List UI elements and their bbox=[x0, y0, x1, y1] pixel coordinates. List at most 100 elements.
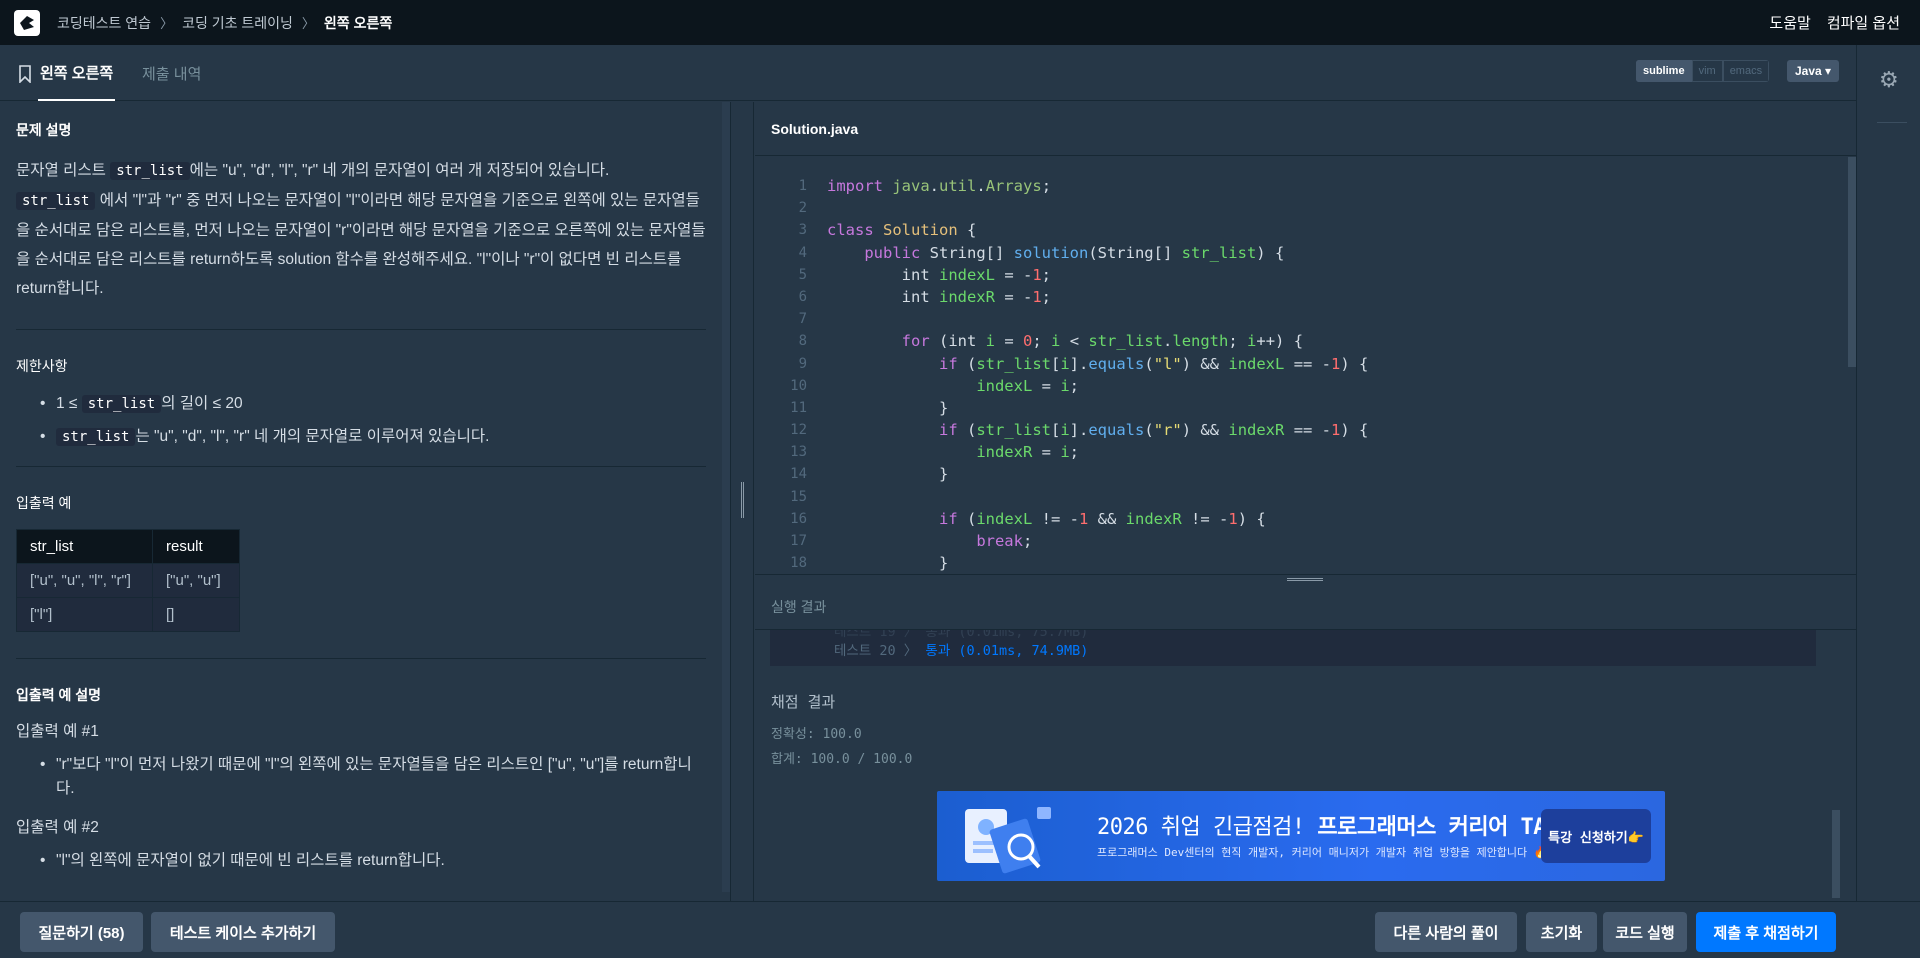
reset-button[interactable]: 초기화 bbox=[1526, 912, 1597, 952]
line-number: 11 bbox=[790, 399, 807, 416]
description-title: 문제 설명 bbox=[16, 122, 72, 138]
text: 에서 "l"과 "r" 중 먼저 나오는 문자열이 "l"이라면 해당 문자열을… bbox=[16, 192, 706, 297]
code-line: 16 if (indexL != -1 && indexR != -1) { bbox=[755, 508, 1856, 530]
line-number: 13 bbox=[790, 444, 807, 461]
line-number: 2 bbox=[798, 200, 807, 217]
line-number: 4 bbox=[798, 244, 807, 261]
table-cell: ["u", "u", "l", "r"] bbox=[16, 563, 153, 598]
divider bbox=[16, 329, 706, 330]
line-number: 10 bbox=[790, 377, 807, 394]
run-code-button[interactable]: 코드 실행 bbox=[1603, 912, 1687, 952]
others-solutions-button[interactable]: 다른 사람의 풀이 bbox=[1375, 912, 1517, 952]
line-number: 15 bbox=[790, 488, 807, 505]
io-table: str_list result ["u", "u", "l", "r"] ["u… bbox=[16, 529, 240, 632]
text: 2026 취업 긴급점검! bbox=[1097, 815, 1318, 840]
programmers-logo[interactable] bbox=[14, 9, 40, 36]
code-line: 15 bbox=[755, 486, 1856, 508]
line-number: 1 bbox=[798, 178, 807, 194]
test-row-20: 테스트 20 〉 통과 (0.01ms, 74.9MB) bbox=[834, 639, 1088, 659]
text: 문자열 리스트 bbox=[16, 162, 111, 179]
banner-subtitle: 프로그래머스 Dev센터의 현직 개발자, 커리어 매니저가 개발자 취업 방향… bbox=[1097, 846, 1548, 859]
test-status: 통과 (0.01ms, 74.9MB) bbox=[925, 643, 1089, 659]
code-line: 18 } bbox=[755, 552, 1856, 574]
gear-icon[interactable]: ⚙ bbox=[1879, 67, 1899, 93]
code-editor[interactable]: 1 import java.util.Arrays; 2 3 class Solut… bbox=[755, 157, 1856, 574]
help-link[interactable]: 도움말 bbox=[1769, 12, 1810, 33]
code-line: 3 class Solution { bbox=[755, 219, 1856, 241]
grade-title: 채점 결과 bbox=[771, 693, 836, 711]
test-results-box: 테스트 19 〉 통과 (0.01ms, 75.7MB) 테스트 20 〉 통과… bbox=[770, 630, 1816, 666]
description-text: 문자열 리스트 str_list 에는 "u", "d", "l", "r" 네 … bbox=[16, 156, 706, 303]
line-number: 5 bbox=[798, 266, 807, 283]
code-line: 6 int indexR = -1; bbox=[755, 286, 1856, 308]
table-header: result bbox=[152, 529, 240, 564]
horizontal-splitter[interactable] bbox=[755, 574, 1856, 584]
list-item: "l"의 왼쪽에 문자열이 없기 때문에 빈 리스트를 return합니다. bbox=[40, 849, 706, 873]
bookmark-icon[interactable] bbox=[18, 65, 32, 88]
grip-icon[interactable] bbox=[1287, 578, 1323, 581]
line-number: 7 bbox=[798, 311, 807, 328]
list-item: str_list는 "u", "d", "l", "r" 네 개의 문자열로 이… bbox=[40, 425, 706, 449]
banner-title: 2026 취업 긴급점검! 프로그래머스 커리어 TALK bbox=[1097, 809, 1572, 841]
code-line: 11 } bbox=[755, 397, 1856, 419]
line-number: 6 bbox=[798, 288, 807, 305]
breadcrumb-basic-training[interactable]: 코딩 기초 트레이닝 bbox=[182, 13, 293, 33]
line-number: 17 bbox=[790, 533, 807, 549]
vertical-splitter[interactable] bbox=[730, 102, 754, 901]
line-number: 14 bbox=[790, 466, 807, 483]
table-row: ["l"] [] bbox=[16, 597, 240, 632]
table-cell: [] bbox=[152, 597, 240, 632]
add-test-case-button[interactable]: 테스트 케이스 추가하기 bbox=[151, 912, 335, 952]
grip-icon[interactable] bbox=[741, 482, 744, 518]
table-row: ["u", "u", "l", "r"] ["u", "u"] bbox=[16, 563, 240, 598]
code-line: 9 if (str_list[i].equals("l") && indexL … bbox=[755, 353, 1856, 375]
tab-problem[interactable]: 왼쪽 오른쪽 bbox=[38, 45, 116, 101]
code-line: 5 int indexL = -1; bbox=[755, 264, 1856, 286]
io-desc-title: 입출력 예 설명 bbox=[16, 687, 102, 703]
compile-options-link[interactable]: 컴파일 옵션 bbox=[1827, 12, 1900, 33]
mode-sublime[interactable]: sublime bbox=[1636, 60, 1692, 82]
right-sidebar: ⚙ bbox=[1856, 45, 1920, 901]
id-card-illustration-icon bbox=[965, 807, 1051, 874]
mode-vim[interactable]: vim bbox=[1691, 60, 1723, 82]
editor-mode-toggle: sublime vim emacs bbox=[1636, 60, 1770, 82]
career-talk-banner[interactable]: 2026 취업 긴급점검! 프로그래머스 커리어 TALK 프로그래머스 Dev… bbox=[937, 791, 1665, 881]
tab-submissions[interactable]: 제출 내역 bbox=[142, 45, 201, 101]
divider bbox=[16, 658, 706, 659]
inline-code: str_list bbox=[56, 428, 136, 446]
io-title: 입출력 예 bbox=[16, 495, 72, 511]
divider bbox=[16, 466, 706, 467]
list-item: 1 ≤ str_list의 길이 ≤ 20 bbox=[40, 392, 706, 416]
submit-button[interactable]: 제출 후 채점하기 bbox=[1696, 912, 1836, 952]
code-line: 13 indexR = i; bbox=[755, 441, 1856, 463]
problem-scrollbar[interactable] bbox=[722, 102, 730, 892]
text: 는 "u", "d", "l", "r" 네 개의 문자열로 이루어져 있습니다… bbox=[135, 428, 490, 445]
language-select[interactable]: Java ▾ bbox=[1787, 60, 1840, 82]
line-number: 9 bbox=[798, 355, 807, 372]
problem-panel: 문제 설명 문자열 리스트 str_list 에는 "u", "d", "l", … bbox=[0, 102, 730, 901]
list-item: "r"보다 "l"이 먼저 나왔기 때문에 "l"의 왼쪽에 있는 문자열들을 … bbox=[40, 753, 706, 801]
banner-cta-button[interactable]: 특강 신청하기👉 bbox=[1541, 809, 1651, 863]
table-header: str_list bbox=[16, 529, 153, 564]
text: 에는 "u", "d", "l", "r" 네 개의 문자열이 여러 개 저장되… bbox=[189, 162, 610, 179]
language-label: Java bbox=[1795, 64, 1822, 78]
accuracy-line: 정확성: 100.0 bbox=[771, 727, 862, 742]
result-panel: 테스트 19 〉 통과 (0.01ms, 75.7MB) 테스트 20 〉 통과… bbox=[755, 630, 1856, 901]
code-line: 12 if (str_list[i].equals("r") && indexR… bbox=[755, 419, 1856, 441]
table-header-row: str_list result bbox=[16, 529, 240, 564]
editor-scrollbar[interactable] bbox=[1848, 157, 1856, 367]
line-number: 12 bbox=[790, 422, 807, 439]
test-label: 테스트 20 〉 bbox=[834, 643, 918, 659]
example-2-list: "l"의 왼쪽에 문자열이 없기 때문에 빈 리스트를 return합니다. bbox=[40, 849, 706, 873]
result-scrollbar[interactable] bbox=[1832, 810, 1840, 898]
table-cell: ["u", "u"] bbox=[152, 563, 240, 598]
mode-emacs[interactable]: emacs bbox=[1722, 60, 1770, 82]
caret-down-icon: ▾ bbox=[1825, 64, 1832, 78]
total-line: 합계: 100.0 / 100.0 bbox=[771, 752, 913, 767]
code-line: 8 for (int i = 0; i < str_list.length; i… bbox=[755, 330, 1856, 352]
bottom-toolbar: 질문하기 (58) 테스트 케이스 추가하기 다른 사람의 풀이 초기화 코드 … bbox=[0, 901, 1920, 958]
editor-filename: Solution.java bbox=[755, 102, 1856, 156]
ask-question-button[interactable]: 질문하기 (58) bbox=[20, 912, 143, 952]
line-number: 16 bbox=[790, 510, 807, 527]
breadcrumb-coding-test[interactable]: 코딩테스트 연습 bbox=[57, 13, 151, 33]
